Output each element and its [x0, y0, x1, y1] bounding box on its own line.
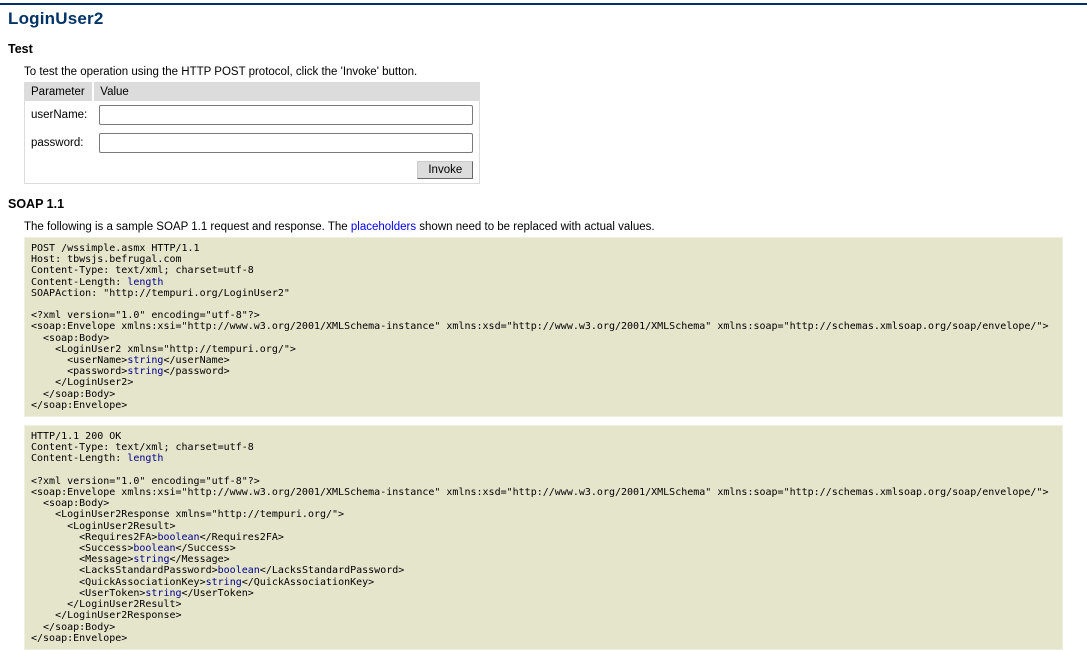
- soap-section-heading: SOAP 1.1: [8, 197, 1087, 211]
- value-column-header: Value: [93, 83, 480, 102]
- test-instruction: To test the operation using the HTTP POS…: [24, 65, 1063, 79]
- test-section-heading: Test: [8, 42, 1087, 56]
- parameter-column-header: Parameter: [25, 83, 94, 102]
- username-input[interactable]: [99, 105, 473, 125]
- table-header-row: Parameter Value: [25, 83, 480, 102]
- table-row: password:: [25, 129, 480, 157]
- invoke-button[interactable]: Invoke: [417, 161, 473, 179]
- test-form-table: Parameter Value userName: password: Invo…: [24, 82, 480, 184]
- soap-request-sample: POST /wssimple.asmx HTTP/1.1 Host: tbwsj…: [24, 237, 1063, 417]
- username-label: userName:: [25, 101, 94, 129]
- soap-description: The following is a sample SOAP 1.1 reque…: [24, 220, 1063, 234]
- table-row: userName:: [25, 101, 480, 129]
- soap-response-sample: HTTP/1.1 200 OK Content-Type: text/xml; …: [24, 425, 1063, 650]
- password-input[interactable]: [99, 133, 473, 153]
- page-title: LoginUser2: [0, 3, 1087, 29]
- password-label: password:: [25, 129, 94, 157]
- placeholders-link[interactable]: placeholders: [351, 221, 416, 233]
